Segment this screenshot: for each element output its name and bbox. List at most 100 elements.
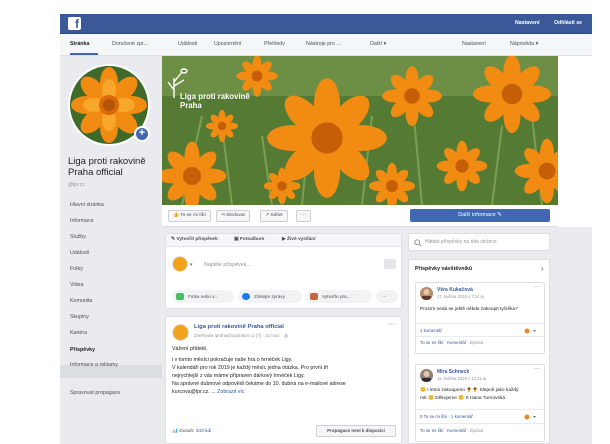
cover-title: Liga proti rakovině Praha (180, 92, 250, 110)
visitor-avatar[interactable] (420, 369, 433, 382)
sidebar-item-services[interactable]: Služby (70, 234, 86, 240)
boost-unavailable-button[interactable]: Propagace není k dispozici (316, 425, 396, 437)
person-photo (420, 287, 433, 300)
visitor-post-text: Prosím nedá se ještě někde zakoupit tyčt… (420, 307, 518, 312)
top-settings-link[interactable]: Nastavení (515, 20, 540, 26)
cover-photo[interactable]: Liga proti rakovině Praha (162, 56, 558, 205)
post-author-name[interactable]: Liga proti rakovině Praha official (194, 324, 284, 330)
learn-more-button[interactable]: Další informace ✎ (410, 209, 550, 222)
messenger-icon (242, 293, 250, 300)
tab-publishing-tools[interactable]: Nástroje pro ... (306, 41, 341, 47)
manage-promotions-link[interactable]: Spravovat propagace (70, 390, 120, 396)
chevron-down-icon[interactable]: ▾ (190, 262, 193, 268)
like-link[interactable]: To se mi líbí (420, 340, 443, 345)
share-button[interactable]: ↗ Sdílet (260, 210, 288, 222)
tab-settings[interactable]: Nastavení (462, 41, 486, 47)
photo-video-pill[interactable]: Fotka nebo v... (172, 290, 234, 303)
sidebar-item-posts[interactable]: Příspěvky (70, 347, 95, 353)
likes-comments-count[interactable]: 5 To se mi líbí · 1 komentář (420, 414, 473, 419)
sidebar-item-groups[interactable]: Skupiny (70, 314, 89, 320)
visitor-name[interactable]: Mira Schneck (437, 369, 469, 375)
card-options-button[interactable]: ··· (534, 366, 540, 372)
post-options-button[interactable]: ··· (388, 321, 395, 328)
composer-tabs: ✎ Vytvořit příspěvek ▣ Fotoalbum ▶ Živé … (166, 234, 401, 247)
see-more-link[interactable]: Zobrazit víc (217, 389, 244, 395)
page-tab-nav: Stránka Doručené zpr... Události Upozorn… (60, 34, 592, 56)
tab-inbox[interactable]: Doručené zpr... (112, 41, 148, 47)
image-icon (176, 293, 184, 300)
get-messages-pill[interactable]: Získejte zprávy (238, 290, 302, 303)
comment-count[interactable]: 1 komentář (420, 328, 442, 333)
tab-events[interactable]: Události (178, 41, 197, 47)
divider (416, 336, 544, 337)
logout-link[interactable]: Odhlásit se (554, 20, 582, 26)
search-posts-box[interactable]: Hledat příspěvky na této stránce (408, 233, 550, 251)
search-icon (414, 239, 422, 247)
visitor-avatar[interactable] (420, 287, 433, 300)
comment-link[interactable]: Komentář (447, 340, 466, 345)
comment-link[interactable]: Komentář (447, 428, 466, 433)
post-text-line: Vážení přátelé, (172, 346, 208, 352)
tab-insights[interactable]: Přehledy (264, 41, 285, 47)
visitor-posts-panel: Příspěvky návštěvníků › Věra Kukačová 17… (408, 259, 550, 444)
live-video-tab[interactable]: ▶ Živé vysílání (282, 237, 316, 242)
sidebar-item-events[interactable]: Události (70, 250, 89, 256)
photo-icon[interactable] (384, 259, 396, 269)
sidebar-item-photos[interactable]: Fotky (70, 266, 83, 272)
cover-title-line-1: Liga proti rakovině (180, 92, 250, 101)
create-post-tab[interactable]: ✎ Vytvořit příspěvek (171, 237, 218, 242)
like-page-button[interactable]: 👍 To se mi líbí (168, 210, 211, 222)
create-offer-pill[interactable]: Vytvořte pra... (306, 290, 372, 303)
follow-button[interactable]: ⤳ Sledovat (216, 210, 250, 222)
divider (416, 323, 544, 324)
post-text-line: i v tomto měsíci pokračuje naše hra o hr… (172, 357, 293, 363)
post-text-line: nejrychlejší z vás máme připraven dárkov… (172, 373, 305, 379)
post-text-input[interactable]: Napište příspěvek... (204, 262, 251, 268)
visitor-post-text: 😊 I letos zakoupeno 🌻🌻 Slepně jako každý (420, 388, 519, 393)
card-actions: To se mi líbí Komentář Zpráva (420, 340, 484, 345)
post-author-avatar[interactable] (172, 324, 189, 341)
message-link[interactable]: Zpráva (470, 428, 484, 433)
search-input[interactable]: Hledat příspěvky na této stránce (425, 239, 497, 245)
page-handle: @lpr.cz (68, 182, 85, 188)
left-sidebar: + Liga proti rakovině Praha official @lp… (60, 56, 162, 444)
post-text-tail: kurcova@lpr.cz. ... (172, 389, 216, 395)
tab-more[interactable]: Další ▾ (370, 41, 386, 47)
sidebar-item-ads-info[interactable]: Informace a reklamy (70, 362, 118, 368)
page-action-bar: 👍 To se mi líbí ⤳ Sledovat ↗ Sdílet ··· … (162, 205, 558, 227)
tab-help[interactable]: Nápověda ▾ (510, 41, 538, 47)
composer-avatar (172, 256, 188, 272)
visitor-posts-title: Příspěvky návštěvníků (415, 266, 473, 272)
tab-notifications[interactable]: Upozornění (214, 41, 241, 47)
sidebar-item-videos[interactable]: Videa (70, 282, 83, 288)
reach-value[interactable]: 343 lidí (196, 429, 211, 434)
chevron-right-icon[interactable]: › (541, 264, 544, 273)
post-text-line: Na správné dubnové odpovědi čekáme do 10… (172, 381, 346, 387)
sidebar-item-jobs[interactable]: Kariéra (70, 330, 87, 336)
visitor-post-date: 17. května 2018 v 7:14 ◍ (437, 294, 485, 299)
divider (416, 423, 544, 424)
like-link[interactable]: To se mi líbí (420, 428, 443, 433)
tab-page[interactable]: Stránka (70, 41, 89, 47)
post-text-line: V kalendáři pro rok 2019 je každý měsíc … (172, 365, 329, 371)
reaction-icon[interactable] (524, 414, 538, 420)
add-profile-photo-button[interactable]: + (134, 126, 150, 142)
active-tab-indicator (70, 53, 98, 55)
marigold-field-image (162, 56, 558, 205)
sidebar-item-home[interactable]: Hlavní stránka (70, 202, 104, 208)
person-photo (420, 369, 433, 382)
message-link[interactable]: Zpráva (470, 340, 484, 345)
card-actions: To se mi líbí Komentář Zpráva (420, 428, 484, 433)
more-options-pill[interactable]: ··· (376, 290, 398, 303)
visitor-name[interactable]: Věra Kukačová (437, 287, 473, 293)
sidebar-item-info[interactable]: Informace (70, 218, 94, 224)
sidebar-item-community[interactable]: Komunita (70, 298, 92, 304)
visitor-post-text: rok 😊 Děkujeme 😊 S Hana Turnovská (420, 396, 505, 401)
pill-label: ··· (382, 294, 387, 299)
more-actions-button[interactable]: ··· (296, 210, 311, 222)
photo-album-tab[interactable]: ▣ Fotoalbum (234, 237, 264, 242)
facebook-logo-icon[interactable]: f (68, 17, 81, 30)
reaction-icon[interactable] (524, 328, 538, 334)
post-text-line-last: kurcova@lpr.cz. ... Zobrazit víc (172, 389, 245, 395)
card-options-button[interactable]: ··· (534, 284, 540, 290)
